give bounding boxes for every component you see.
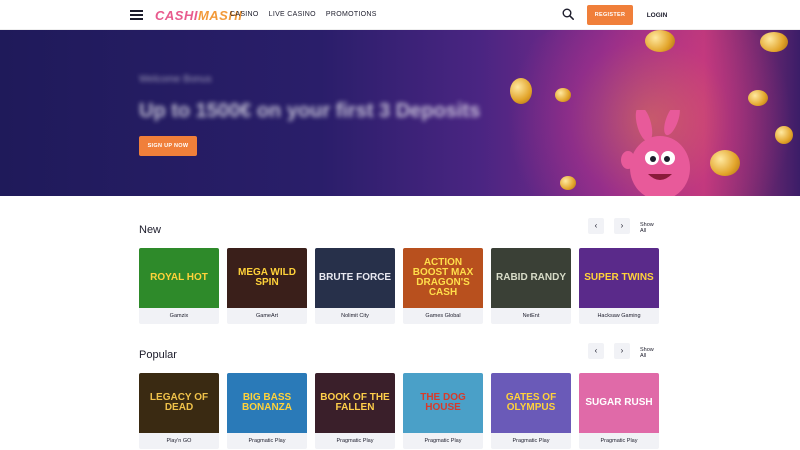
game-card[interactable]: RABID RANDY NetEnt xyxy=(491,248,571,324)
search-icon[interactable] xyxy=(562,8,574,20)
game-provider: Pragmatic Play xyxy=(424,438,462,444)
coin-decoration xyxy=(710,150,740,176)
chevron-left-icon: ‹ xyxy=(594,346,598,355)
game-card[interactable]: GATES OF OLYMPUS Pragmatic Play xyxy=(491,373,571,449)
show-all-link[interactable]: Show All xyxy=(640,347,661,359)
prev-arrow-button[interactable]: ‹ xyxy=(588,343,604,359)
game-provider: Pragmatic Play xyxy=(248,438,286,444)
game-card[interactable]: MEGA WILD SPIN GameArt xyxy=(227,248,307,324)
chevron-right-icon: › xyxy=(620,221,624,230)
game-title: MEGA WILD SPIN xyxy=(238,267,296,288)
game-thumbnail: THE DOG HOUSE xyxy=(403,373,483,433)
mascot-bunny-icon xyxy=(621,110,690,196)
hamburger-menu-icon[interactable] xyxy=(130,10,143,20)
game-provider: Play'n GO xyxy=(166,438,192,444)
register-button[interactable]: REGISTER xyxy=(587,5,633,25)
main-nav: CASINO LIVE CASINO PROMOTIONS xyxy=(230,11,377,18)
nav-live-casino[interactable]: LIVE CASINO xyxy=(269,11,316,18)
next-arrow-button[interactable]: › xyxy=(614,218,630,234)
section-title: New xyxy=(139,224,162,236)
logo-text-part1: CASHI xyxy=(155,8,198,23)
game-card[interactable]: BRUTE FORCE Nolimit City xyxy=(315,248,395,324)
game-provider: Pragmatic Play xyxy=(336,438,374,444)
game-title: RABID RANDY xyxy=(496,272,566,283)
nav-promotions[interactable]: PROMOTIONS xyxy=(326,11,377,18)
game-provider: NetEnt xyxy=(522,313,540,319)
game-card[interactable]: SUGAR RUSH Pragmatic Play xyxy=(579,373,659,449)
coin-decoration xyxy=(510,78,532,104)
game-title: SUPER TWINS xyxy=(584,272,654,283)
prev-arrow-button[interactable]: ‹ xyxy=(588,218,604,234)
coin-decoration xyxy=(775,126,793,144)
hero-title: Up to 1500€ on your first 3 Deposits xyxy=(139,100,481,122)
section-title: Popular xyxy=(139,349,177,361)
top-header: CASHIMASHI CASINO LIVE CASINO PROMOTIONS… xyxy=(0,0,800,30)
game-title: BOOK OF THE FALLEN xyxy=(320,392,390,413)
chevron-right-icon: › xyxy=(620,346,624,355)
login-button[interactable]: LOGIN xyxy=(640,5,674,25)
game-thumbnail: LEGACY OF DEAD xyxy=(139,373,219,433)
game-title: BIG BASS BONANZA xyxy=(242,392,292,413)
chevron-left-icon: ‹ xyxy=(594,221,598,230)
game-thumbnail: MEGA WILD SPIN xyxy=(227,248,307,308)
coin-decoration xyxy=(748,90,768,106)
game-thumbnail: BOOK OF THE FALLEN xyxy=(315,373,395,433)
games-row: ROYAL HOT Gamzix MEGA WILD SPIN GameArt BRUT… xyxy=(139,248,659,324)
game-provider: GameArt xyxy=(255,313,278,319)
game-thumbnail: BIG BASS BONANZA xyxy=(227,373,307,433)
game-title: ACTION BOOST MAX DRAGON'S CASH xyxy=(412,257,474,298)
games-row: LEGACY OF DEAD Play'n GO BIG BASS BONANZA P… xyxy=(139,373,659,449)
coin-decoration xyxy=(560,176,576,190)
game-thumbnail: RABID RANDY xyxy=(491,248,571,308)
game-thumbnail: ACTION BOOST MAX DRAGON'S CASH xyxy=(403,248,483,308)
game-thumbnail: SUGAR RUSH xyxy=(579,373,659,433)
game-card[interactable]: ACTION BOOST MAX DRAGON'S CASH Games Glob… xyxy=(403,248,483,324)
hero-eyebrow-text: Welcome Bonus xyxy=(139,74,212,85)
game-card[interactable]: ROYAL HOT Gamzix xyxy=(139,248,219,324)
next-arrow-button[interactable]: › xyxy=(614,343,630,359)
game-provider: Pragmatic Play xyxy=(600,438,638,444)
game-card[interactable]: LEGACY OF DEAD Play'n GO xyxy=(139,373,219,449)
game-provider: Hacksaw Gaming xyxy=(597,313,641,319)
game-title: GATES OF OLYMPUS xyxy=(505,392,557,413)
game-provider: Nolimit City xyxy=(341,313,369,319)
coin-decoration xyxy=(760,32,788,52)
game-title: SUGAR RUSH xyxy=(585,397,653,408)
game-card[interactable]: SUPER TWINS Hacksaw Gaming xyxy=(579,248,659,324)
nav-casino[interactable]: CASINO xyxy=(230,11,259,18)
game-thumbnail: BRUTE FORCE xyxy=(315,248,395,308)
game-title: THE DOG HOUSE xyxy=(420,392,466,413)
sign-up-button[interactable]: SIGN UP NOW xyxy=(139,136,197,156)
game-provider: Gamzix xyxy=(169,313,189,319)
game-card[interactable]: THE DOG HOUSE Pragmatic Play xyxy=(403,373,483,449)
game-thumbnail: GATES OF OLYMPUS xyxy=(491,373,571,433)
game-title: BRUTE FORCE xyxy=(318,272,392,283)
game-card[interactable]: BOOK OF THE FALLEN Pragmatic Play xyxy=(315,373,395,449)
game-provider: Pragmatic Play xyxy=(512,438,550,444)
coin-decoration xyxy=(645,30,675,52)
game-title: LEGACY OF DEAD xyxy=(149,392,209,413)
game-card[interactable]: BIG BASS BONANZA Pragmatic Play xyxy=(227,373,307,449)
coin-decoration xyxy=(555,88,571,102)
game-thumbnail: SUPER TWINS xyxy=(579,248,659,308)
show-all-link[interactable]: Show All xyxy=(640,222,661,234)
game-provider: Games Global xyxy=(425,313,461,319)
hero-banner: Welcome Bonus Up to 1500€ on your first … xyxy=(0,30,800,196)
game-thumbnail: ROYAL HOT xyxy=(139,248,219,308)
game-title: ROYAL HOT xyxy=(150,272,208,283)
